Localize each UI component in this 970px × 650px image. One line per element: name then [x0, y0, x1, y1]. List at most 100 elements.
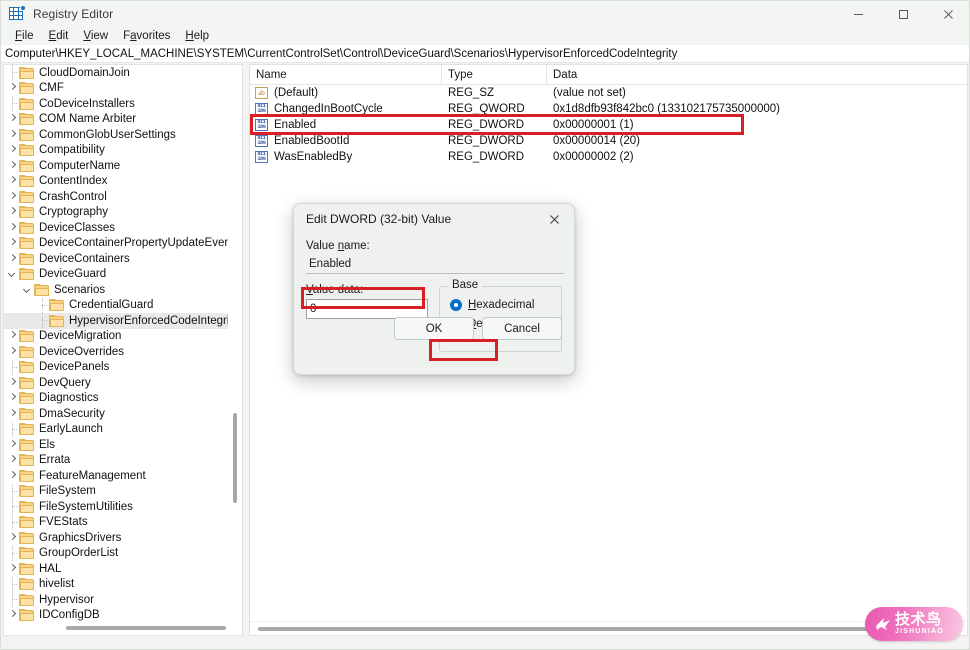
tree-item-com-name-arbiter[interactable]: COM Name Arbiter — [4, 112, 228, 128]
chevron-right-icon[interactable] — [6, 193, 19, 201]
registry-tree-panel: CloudDomainJoin CMF CoDeviceInstallers COM … — [3, 64, 243, 636]
tree-item-devicecontainerpropertyupdateevents[interactable]: DeviceContainerPropertyUpdateEvents — [4, 236, 228, 252]
chevron-right-icon[interactable] — [6, 146, 19, 154]
chevron-right-icon[interactable] — [6, 348, 19, 356]
tree-item-crashcontrol[interactable]: CrashControl — [4, 189, 228, 205]
chevron-right-icon[interactable] — [6, 177, 19, 185]
edit-dword-dialog: Edit DWORD (32-bit) Value Value name: En… — [293, 203, 575, 375]
values-list[interactable]: ab (Default) REG_SZ (value not set) 011 100 Ch… — [250, 85, 967, 165]
tree-item-devquery[interactable]: DevQuery — [4, 375, 228, 391]
tree-item-cmf[interactable]: CMF — [4, 81, 228, 97]
folder-icon — [19, 423, 34, 436]
tree-item-cryptography[interactable]: Cryptography — [4, 205, 228, 221]
tree-item-earlylaunch[interactable]: EarlyLaunch — [4, 421, 228, 438]
menu-file[interactable]: File — [8, 29, 42, 43]
close-button[interactable] — [926, 1, 969, 27]
chevron-down-icon[interactable] — [6, 270, 19, 278]
tree-item-deviceguard[interactable]: DeviceGuard — [4, 267, 228, 283]
tree-item-els[interactable]: Els — [4, 437, 228, 453]
menu-favorites[interactable]: Favorites — [116, 29, 178, 43]
values-row[interactable]: 011 100 WasEnabledBy REG_DWORD 0x00000002 (2… — [250, 149, 967, 165]
tree-item-label: COM Name Arbiter — [39, 113, 137, 126]
value-data-input[interactable]: 0 — [306, 299, 428, 319]
tree-item-featuremanagement[interactable]: FeatureManagement — [4, 468, 228, 484]
tree-item-deviceclasses[interactable]: DeviceClasses — [4, 220, 228, 236]
tree-item-hivelist[interactable]: hivelist — [4, 576, 228, 593]
chevron-right-icon[interactable] — [6, 410, 19, 418]
registry-tree[interactable]: CloudDomainJoin CMF CoDeviceInstallers COM … — [4, 65, 228, 623]
chevron-down-icon[interactable] — [21, 286, 34, 294]
tree-item-errata[interactable]: Errata — [4, 453, 228, 469]
address-bar[interactable]: Computer\HKEY_LOCAL_MACHINE\SYSTEM\Curre… — [1, 45, 969, 63]
chevron-right-icon[interactable] — [6, 394, 19, 402]
values-horizontal-scrollbar[interactable] — [250, 621, 967, 635]
chevron-right-icon[interactable] — [6, 115, 19, 123]
tree-item-hypervisorenforcedcodeintegrity[interactable]: HypervisorEnforcedCodeIntegrity — [4, 313, 228, 329]
tree-item-hypervisor[interactable]: Hypervisor — [4, 592, 228, 608]
tree-item-grouporderlist[interactable]: GroupOrderList — [4, 545, 228, 562]
tree-connector — [36, 313, 49, 329]
chevron-right-icon[interactable] — [6, 255, 19, 263]
tree-vertical-scrollbar[interactable] — [228, 65, 242, 623]
column-header-type[interactable]: Type — [442, 65, 547, 85]
chevron-right-icon[interactable] — [6, 611, 19, 619]
chevron-right-icon[interactable] — [6, 565, 19, 573]
binary-value-icon: 011 100 — [255, 103, 268, 115]
dialog-close-button[interactable] — [534, 204, 574, 234]
binary-value-icon: 011 100 — [255, 135, 268, 147]
value-data-label: Value data: — [306, 284, 364, 296]
tree-item-codeviceinstallers[interactable]: CoDeviceInstallers — [4, 96, 228, 112]
tree-item-graphicsdrivers[interactable]: GraphicsDrivers — [4, 530, 228, 546]
chevron-right-icon[interactable] — [6, 131, 19, 139]
values-row[interactable]: 011 100 ChangedInBootCycle REG_QWORD 0x1d8df… — [250, 101, 967, 117]
tree-item-compatibility[interactable]: Compatibility — [4, 143, 228, 159]
values-row[interactable]: 011 100 Enabled REG_DWORD 0x00000001 (1) — [250, 117, 967, 133]
chevron-right-icon[interactable] — [6, 441, 19, 449]
chevron-right-icon[interactable] — [6, 239, 19, 247]
tree-item-commonglobusersettings[interactable]: CommonGlobUserSettings — [4, 127, 228, 143]
tree-vertical-scroll-thumb[interactable] — [233, 413, 237, 503]
tree-item-clouddomainjoin[interactable]: CloudDomainJoin — [4, 65, 228, 81]
values-row[interactable]: ab (Default) REG_SZ (value not set) — [250, 85, 967, 101]
chevron-right-icon[interactable] — [6, 162, 19, 170]
tree-item-scenarios[interactable]: Scenarios — [4, 282, 228, 298]
ok-button[interactable]: OK — [394, 317, 474, 340]
tree-item-dmasecurity[interactable]: DmaSecurity — [4, 406, 228, 422]
tree-item-hal[interactable]: HAL — [4, 561, 228, 577]
values-row[interactable]: 011 100 EnabledBootId REG_DWORD 0x00000014 (… — [250, 133, 967, 149]
value-name-text: ChangedInBootCycle — [274, 103, 383, 115]
radio-hexadecimal[interactable]: Hexadecimal — [449, 299, 561, 311]
tree-item-fvestats[interactable]: FVEStats — [4, 514, 228, 531]
chevron-right-icon[interactable] — [6, 379, 19, 387]
chevron-right-icon[interactable] — [6, 208, 19, 216]
menu-help[interactable]: Help — [178, 29, 217, 43]
column-header-data[interactable]: Data — [547, 65, 967, 85]
tree-horizontal-scroll-thumb[interactable] — [66, 626, 226, 630]
tree-item-filesystem[interactable]: FileSystem — [4, 483, 228, 500]
maximize-button[interactable] — [881, 1, 926, 27]
chevron-right-icon[interactable] — [6, 472, 19, 480]
chevron-right-icon[interactable] — [6, 224, 19, 232]
menu-view[interactable]: View — [76, 29, 116, 43]
tree-item-filesystemutilities[interactable]: FileSystemUtilities — [4, 499, 228, 515]
cancel-button[interactable]: Cancel — [482, 317, 562, 340]
chevron-right-icon[interactable] — [6, 534, 19, 542]
tree-item-contentindex[interactable]: ContentIndex — [4, 174, 228, 190]
column-header-name[interactable]: Name — [250, 65, 442, 85]
tree-item-devicepanels[interactable]: DevicePanels — [4, 359, 228, 376]
tree-horizontal-scrollbar[interactable] — [4, 621, 242, 635]
value-name-input[interactable]: Enabled — [306, 255, 564, 274]
tree-item-diagnostics[interactable]: Diagnostics — [4, 391, 228, 407]
chevron-right-icon[interactable] — [6, 84, 19, 92]
chevron-right-icon[interactable] — [6, 332, 19, 340]
minimize-button[interactable] — [836, 1, 881, 27]
tree-item-computername[interactable]: ComputerName — [4, 158, 228, 174]
values-horizontal-scroll-thumb[interactable] — [258, 627, 948, 631]
tree-item-credentialguard[interactable]: CredentialGuard — [4, 297, 228, 314]
chevron-right-icon[interactable] — [6, 456, 19, 464]
menu-edit[interactable]: Edit — [42, 29, 77, 43]
tree-item-devicemigration[interactable]: DeviceMigration — [4, 329, 228, 345]
tree-item-devicecontainers[interactable]: DeviceContainers — [4, 251, 228, 267]
tree-item-label: IDConfigDB — [39, 609, 100, 622]
tree-item-deviceoverrides[interactable]: DeviceOverrides — [4, 344, 228, 360]
